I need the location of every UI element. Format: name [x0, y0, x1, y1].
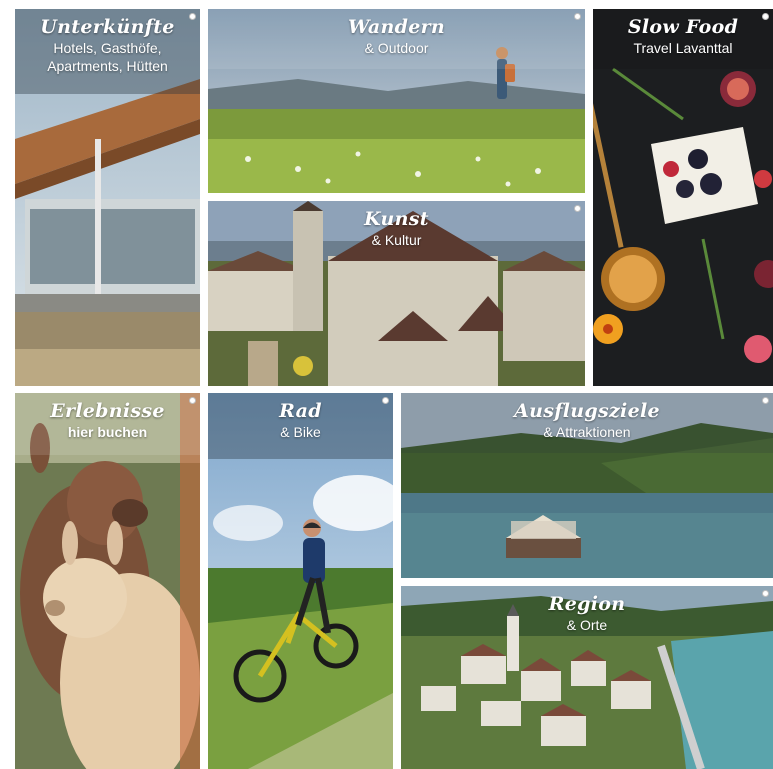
- corner-dot-icon: [189, 13, 196, 20]
- corner-dot-icon: [382, 397, 389, 404]
- tile-label-band: Rad & Bike: [208, 393, 393, 459]
- tile-subtitle: Hotels, Gasthöfe, Apartments, Hütten: [47, 40, 168, 74]
- corner-dot-icon: [762, 13, 769, 20]
- corner-dot-icon: [189, 397, 196, 404]
- tile-label-band: Wandern & Outdoor: [208, 9, 585, 69]
- tile-title: Slow Food: [627, 16, 739, 38]
- tile-title: Wandern: [347, 16, 446, 38]
- tile-title: Region: [548, 593, 626, 615]
- tile-subtitle: & Attraktionen: [543, 424, 631, 440]
- tile-subtitle: & Outdoor: [364, 40, 429, 56]
- tile-label-band: Erlebnisse hier buchen: [15, 393, 200, 455]
- corner-dot-icon: [762, 590, 769, 597]
- tile-title: Kunst: [364, 208, 429, 230]
- corner-dot-icon: [574, 205, 581, 212]
- tile-wandern[interactable]: Wandern & Outdoor: [208, 9, 585, 193]
- corner-dot-icon: [762, 397, 769, 404]
- tile-subtitle: & Kultur: [371, 232, 422, 248]
- tile-erlebnisse[interactable]: Erlebnisse hier buchen: [15, 393, 200, 769]
- tile-region[interactable]: Region & Orte: [401, 586, 773, 769]
- tile-slowfood[interactable]: Slow Food Travel Lavanttal: [593, 9, 773, 386]
- tile-kunst[interactable]: Kunst & Kultur: [208, 201, 585, 386]
- tile-subtitle: hier buchen: [67, 424, 148, 440]
- tile-label-band: Unterkünfte Hotels, Gasthöfe, Apartments…: [15, 9, 200, 94]
- tile-label-band: Slow Food Travel Lavanttal: [593, 9, 773, 69]
- tile-label-band: Region & Orte: [401, 586, 773, 646]
- tile-subtitle: & Orte: [566, 617, 608, 633]
- tile-title: Erlebnisse: [50, 400, 165, 422]
- tile-title: Rad: [279, 400, 322, 422]
- tile-label-band: Ausflugsziele & Attraktionen: [401, 393, 773, 453]
- tile-label-band: Kunst & Kultur: [208, 201, 585, 261]
- tile-subtitle: Travel Lavanttal: [633, 40, 733, 56]
- tile-subtitle: & Bike: [280, 424, 321, 440]
- tile-ausflugsziele[interactable]: Ausflugsziele & Attraktionen: [401, 393, 773, 578]
- tile-title: Unterkünfte: [40, 16, 175, 38]
- tile-unterkuenfte[interactable]: Unterkünfte Hotels, Gasthöfe, Apartments…: [15, 9, 200, 386]
- tile-title: Ausflugsziele: [514, 400, 660, 422]
- tile-rad[interactable]: Rad & Bike: [208, 393, 393, 769]
- corner-dot-icon: [574, 13, 581, 20]
